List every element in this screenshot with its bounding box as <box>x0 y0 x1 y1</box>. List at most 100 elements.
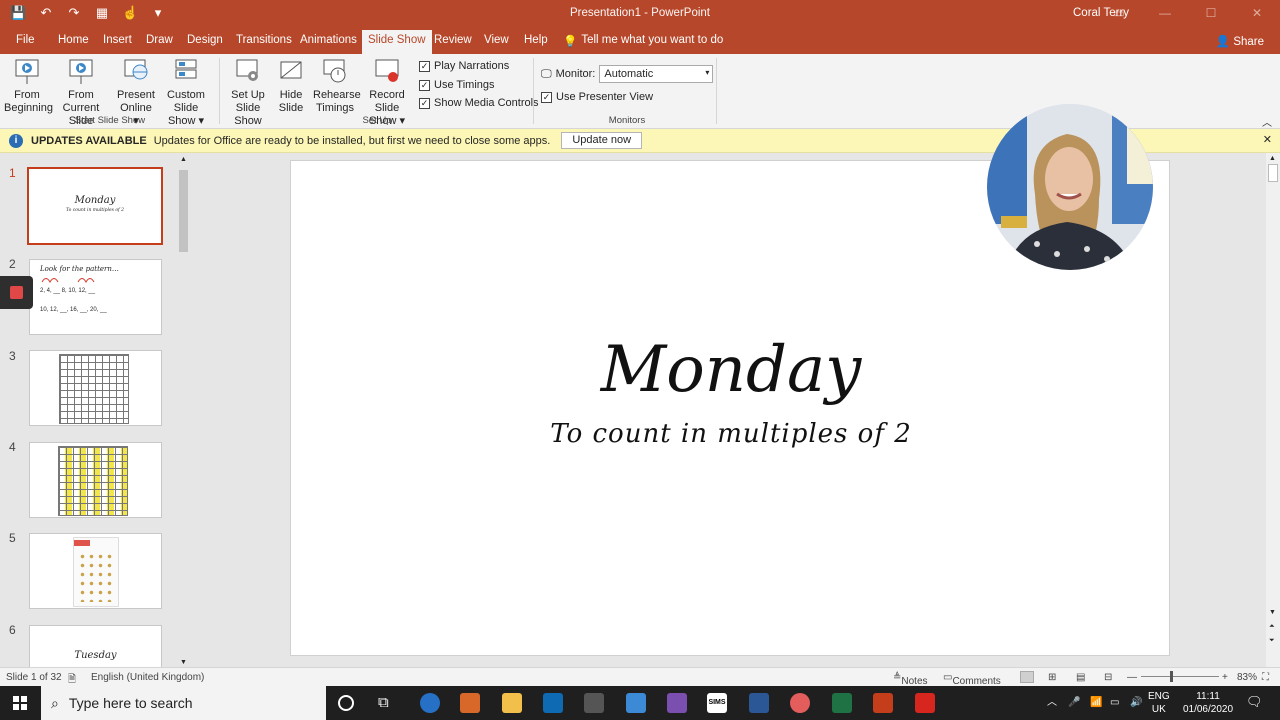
show-hidden-icons[interactable]: ︿ <box>1047 696 1057 709</box>
wifi-icon[interactable]: 📶 <box>1090 696 1102 709</box>
use-timings-checkbox[interactable]: ✓ Use Timings <box>419 79 495 91</box>
slide-thumbnail-6[interactable]: Tuesday <box>29 625 162 669</box>
tab-file[interactable]: File <box>16 34 35 46</box>
onenote-icon[interactable] <box>667 693 687 713</box>
zoom-out-icon[interactable]: — <box>1127 672 1137 683</box>
slide-sorter-icon[interactable]: ⊞ <box>1048 672 1056 683</box>
scrollbar-thumb[interactable] <box>1268 164 1278 182</box>
close-icon[interactable]: ✕ <box>1263 133 1272 146</box>
previous-slide-icon[interactable]: ⏶ <box>1269 623 1275 631</box>
normal-view-icon[interactable] <box>1020 671 1034 683</box>
volume-icon[interactable]: 🔊 <box>1130 696 1142 709</box>
use-presenter-view-checkbox[interactable]: ✓ Use Presenter View <box>541 91 653 103</box>
setup-show-icon <box>236 59 258 81</box>
slide-thumbnail-2[interactable]: Look for the pattern… 2, 4, __ 8, 10, 12… <box>29 259 162 335</box>
zoom-slider[interactable] <box>1141 676 1219 677</box>
zoom-in-icon[interactable]: + <box>1222 672 1228 683</box>
acrobat-icon[interactable] <box>915 693 935 713</box>
task-view-icon[interactable]: ⧉ <box>378 694 398 714</box>
app-icon[interactable] <box>460 693 480 713</box>
battery-icon[interactable]: ▭ <box>1110 696 1119 709</box>
zoom-slider-thumb[interactable] <box>1170 671 1173 682</box>
play-narrations-checkbox[interactable]: ✓ Play Narrations <box>419 60 509 72</box>
windows-start-icon[interactable] <box>13 696 27 710</box>
slide-thumbnail-3[interactable] <box>29 350 162 426</box>
slideshow-view-icon[interactable]: ⊟ <box>1104 672 1112 683</box>
fit-slide-icon[interactable]: ⛶ <box>1262 672 1269 683</box>
tell-me-search[interactable]: 💡 Tell me what you want to do <box>563 34 723 48</box>
tab-draw[interactable]: Draw <box>146 34 173 46</box>
update-message: Updates for Office are ready to be insta… <box>153 134 551 147</box>
scroll-up-icon[interactable]: ▲ <box>180 156 187 163</box>
mail-icon[interactable] <box>626 693 646 713</box>
maximize-icon[interactable]: ☐ <box>1188 0 1234 28</box>
outlook-icon[interactable] <box>543 693 563 713</box>
tab-transitions[interactable]: Transitions <box>236 34 292 46</box>
notes-button[interactable]: ≜ Notes <box>893 672 928 687</box>
webcam-overlay <box>987 104 1153 270</box>
group-set-up: Set Up <box>362 115 392 126</box>
slide-subtitle[interactable]: To count in multiples of 2 <box>291 419 1171 449</box>
share-button[interactable]: 👤 Share <box>1216 34 1264 48</box>
slide-thumbnail-pane: 1 Monday To count in multiples of 2 2 Lo… <box>0 153 192 669</box>
thumbnail-scrollbar[interactable]: ▲ ▼ <box>179 156 190 666</box>
file-explorer-icon[interactable] <box>502 693 522 713</box>
input-language[interactable]: ENG UK <box>1148 690 1170 716</box>
tab-view[interactable]: View <box>484 34 509 46</box>
comments-button[interactable]: ▭ Comments <box>943 672 1001 687</box>
tab-insert[interactable]: Insert <box>103 34 132 46</box>
taskbar-search[interactable]: ⌕ Type here to search <box>41 686 326 720</box>
scroll-up-icon[interactable]: ▲ <box>1269 155 1276 162</box>
slide-thumbnail-5[interactable] <box>29 533 162 609</box>
notifications-icon[interactable]: 🗨 <box>1246 695 1263 708</box>
slide-title[interactable]: Monday <box>291 333 1171 407</box>
hide-slide-icon <box>280 61 302 79</box>
store-icon[interactable] <box>584 693 604 713</box>
reading-view-icon[interactable]: ▤ <box>1076 672 1085 683</box>
custom-slide-show-button[interactable]: Custom Slide Show ▾ <box>156 58 216 128</box>
canvas-scrollbar[interactable]: ▲ ▼ ⏶ ⏷ <box>1266 153 1280 667</box>
scroll-down-icon[interactable]: ▼ <box>1269 609 1276 616</box>
next-slide-icon[interactable]: ⏷ <box>1269 637 1275 645</box>
tab-animations[interactable]: Animations <box>300 34 357 46</box>
clock[interactable]: 11:11 01/06/2020 <box>1178 690 1238 716</box>
slide-thumbnail-1[interactable]: Monday To count in multiples of 2 <box>27 167 163 245</box>
cortana-icon[interactable] <box>338 695 354 711</box>
ribbon-display-icon[interactable]: ▭ <box>1096 0 1142 28</box>
zoom-level[interactable]: 83% <box>1237 672 1257 683</box>
stop-icon <box>10 286 23 299</box>
rehearse-timings-button[interactable]: Rehearse Timings <box>313 58 361 115</box>
tab-home[interactable]: Home <box>58 34 89 46</box>
tab-help[interactable]: Help <box>524 34 548 46</box>
sims-icon[interactable]: SIMS <box>707 693 727 713</box>
set-up-slide-show-button[interactable]: Set Up Slide Show <box>223 58 273 128</box>
update-now-button[interactable]: Update now <box>561 132 643 149</box>
tab-slide-show[interactable]: Slide Show <box>362 30 432 54</box>
hide-slide-button[interactable]: Hide Slide <box>275 58 307 115</box>
tab-design[interactable]: Design <box>187 34 223 46</box>
language-indicator[interactable]: English (United Kingdom) <box>91 672 204 683</box>
status-bar: Slide 1 of 32 🗎 English (United Kingdom)… <box>0 667 1280 687</box>
from-beginning-button[interactable]: From Beginning <box>4 58 53 115</box>
lightbulb-icon: 💡 <box>563 36 578 48</box>
scroll-down-icon[interactable]: ▼ <box>180 659 187 666</box>
collapse-ribbon-icon[interactable]: ︿ <box>1262 114 1272 129</box>
monitor-select[interactable]: Automatic ▾ <box>599 65 714 83</box>
chevron-down-icon: ▾ <box>705 68 710 77</box>
tab-review[interactable]: Review <box>434 34 472 46</box>
slide-thumbnail-4[interactable] <box>29 442 162 518</box>
powerpoint-icon[interactable] <box>873 693 893 713</box>
edge-icon[interactable] <box>420 693 440 713</box>
microphone-icon[interactable]: 🎤 <box>1068 696 1080 709</box>
excel-icon[interactable] <box>832 693 852 713</box>
globe-icon <box>124 59 148 80</box>
scrollbar-thumb[interactable] <box>179 170 188 252</box>
minimize-icon[interactable]: — <box>1142 0 1188 28</box>
recording-stop-button[interactable] <box>0 276 33 309</box>
word-icon[interactable] <box>749 693 769 713</box>
close-icon[interactable]: ✕ <box>1234 0 1280 28</box>
slide-number: 4 <box>9 440 16 454</box>
group-start-slide-show: Start Slide Show <box>74 115 146 126</box>
show-media-controls-checkbox[interactable]: ✓ Show Media Controls <box>419 97 539 109</box>
chrome-icon[interactable] <box>790 693 810 713</box>
